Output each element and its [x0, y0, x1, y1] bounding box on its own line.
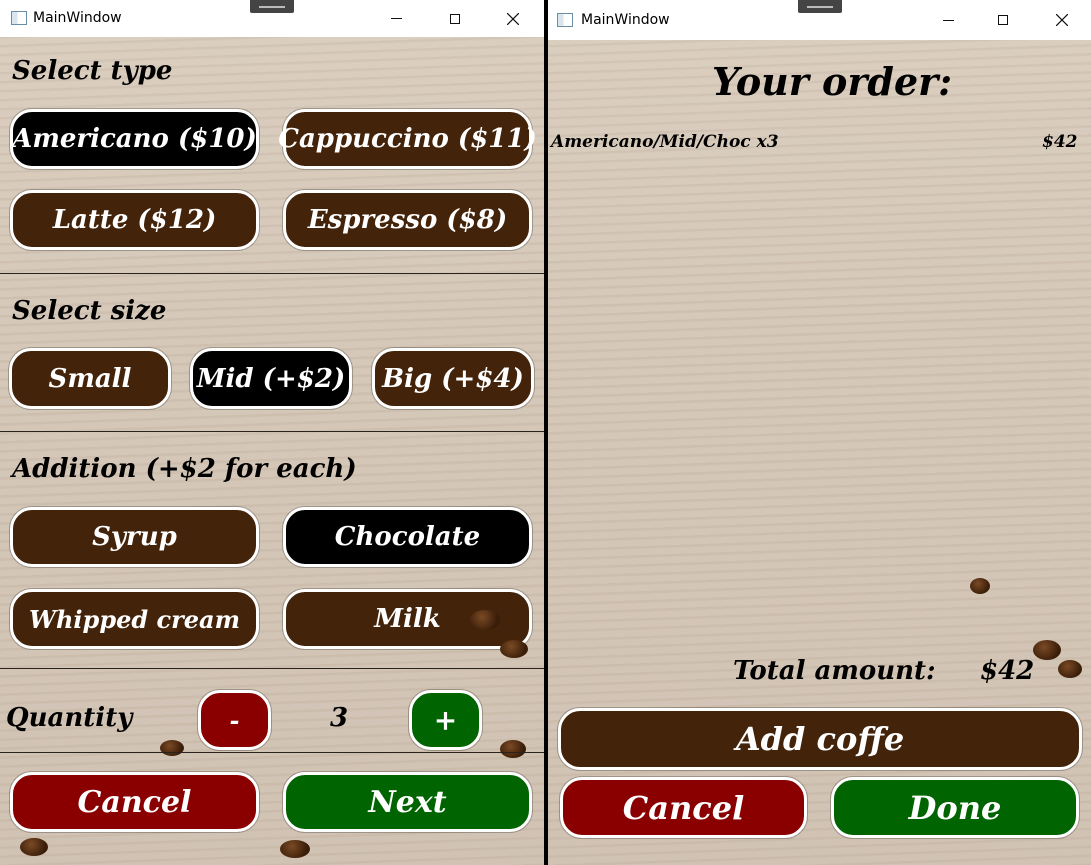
coffee-bean-decoration — [20, 838, 48, 856]
section-divider — [0, 431, 544, 432]
done-button[interactable]: Done — [831, 777, 1079, 838]
close-button[interactable] — [490, 0, 536, 37]
total-amount-value: $42 — [980, 656, 1035, 686]
coffee-bean-decoration — [970, 578, 990, 594]
coffee-bean-decoration — [160, 740, 184, 756]
left-titlebar: MainWindow — [0, 0, 544, 37]
order-item-price: $42 — [1042, 132, 1078, 152]
window-title: MainWindow — [581, 12, 670, 28]
window-title: MainWindow — [33, 10, 122, 26]
next-button[interactable]: Next — [283, 772, 532, 832]
addition-option-syrup[interactable]: Syrup — [10, 507, 259, 567]
minimize-button[interactable] — [925, 0, 971, 40]
quantity-decrement-button[interactable]: - — [198, 690, 271, 750]
minimize-button[interactable] — [373, 0, 419, 37]
cancel-button[interactable]: Cancel — [10, 772, 259, 832]
size-option-big[interactable]: Big (+$4) — [372, 348, 534, 409]
order-heading: Your order: — [712, 59, 953, 104]
section-divider — [0, 668, 544, 669]
app-window-icon — [11, 11, 27, 25]
coffee-bean-decoration — [500, 640, 528, 658]
app-window-icon — [557, 13, 573, 27]
close-icon — [507, 12, 519, 25]
close-button[interactable] — [1039, 0, 1085, 40]
add-coffee-button[interactable]: Add coffe — [558, 708, 1082, 770]
type-option-cappuccino[interactable]: Cappuccino ($11) — [278, 109, 537, 169]
total-amount-label: Total amount: — [733, 656, 936, 686]
maximize-button[interactable] — [432, 0, 478, 37]
right-titlebar: MainWindow — [548, 0, 1091, 40]
section-divider — [0, 273, 544, 274]
left-window: MainWindow Select type Americano ($10) C… — [0, 0, 544, 865]
section-divider — [0, 752, 544, 753]
right-window: MainWindow Your order: Americano/Mid/Cho… — [548, 0, 1091, 865]
close-icon — [1056, 14, 1068, 26]
coffee-bean-decoration — [1058, 660, 1082, 678]
type-option-americano[interactable]: Americano ($10) — [10, 109, 259, 169]
size-option-mid[interactable]: Mid (+$2) — [190, 348, 352, 409]
drag-grip-icon[interactable] — [250, 0, 294, 13]
type-option-latte[interactable]: Latte ($12) — [10, 190, 259, 250]
select-size-heading: Select size — [12, 296, 167, 326]
quantity-increment-button[interactable]: + — [409, 690, 482, 750]
addition-option-chocolate[interactable]: Chocolate — [283, 507, 532, 567]
size-option-small[interactable]: Small — [9, 348, 171, 409]
addition-option-whipped-cream[interactable]: Whipped cream — [10, 589, 259, 649]
maximize-button[interactable] — [980, 0, 1026, 40]
select-type-heading: Select type — [12, 56, 173, 86]
coffee-bean-decoration — [1033, 640, 1061, 660]
type-option-espresso[interactable]: Espresso ($8) — [283, 190, 532, 250]
order-item-description: Americano/Mid/Choc x3 — [551, 132, 779, 152]
coffee-bean-decoration — [500, 740, 526, 758]
drag-grip-icon[interactable] — [798, 0, 842, 13]
quantity-label: Quantity — [6, 703, 133, 733]
cancel-button[interactable]: Cancel — [560, 777, 807, 838]
coffee-bean-decoration — [280, 840, 310, 858]
coffee-bean-decoration — [470, 610, 500, 630]
quantity-value: 3 — [330, 703, 349, 733]
addition-heading: Addition (+$2 for each) — [12, 454, 357, 484]
